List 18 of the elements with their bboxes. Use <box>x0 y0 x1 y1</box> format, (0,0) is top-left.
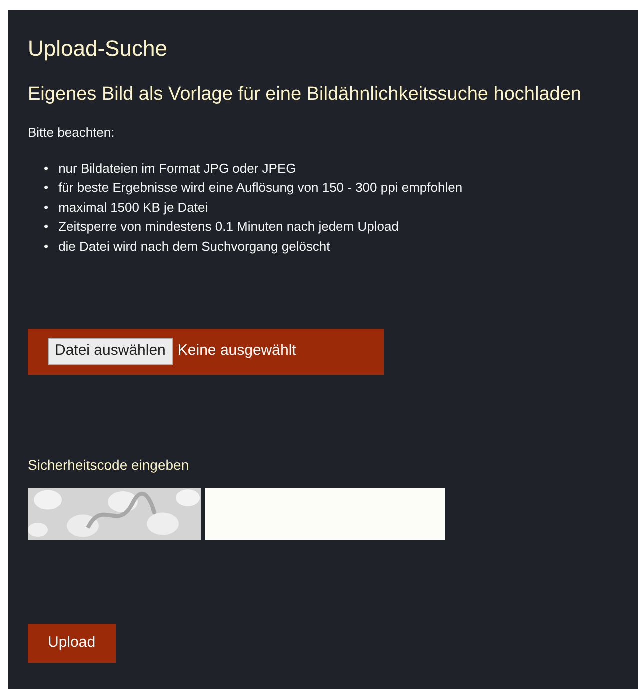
list-bullet: • <box>44 179 49 198</box>
file-status: Keine ausgewählt <box>178 341 296 362</box>
captcha-input-field[interactable] <box>205 488 445 540</box>
notes-heading: Bitte beachten: <box>28 124 116 142</box>
upload-button[interactable]: Upload <box>28 624 116 663</box>
note-item: Zeitsperre von mindestens 0.1 Minuten nach jedem Upload <box>58 218 399 236</box>
note-item: nur Bildateien im Format JPG oder JPEG <box>58 160 296 178</box>
note-item: maximal 1500 KB je Datei <box>58 198 208 217</box>
list-bullet: • <box>44 218 49 236</box>
page-title: Upload-Suche <box>28 36 168 62</box>
note-item: für beste Ergebnisse wird eine Auflösung von 150 - 300 ppi empfohlen <box>58 179 463 198</box>
choose-file-button[interactable]: Datei auswählen <box>48 338 173 365</box>
list-bullet: • <box>44 238 49 256</box>
list-bullet: • <box>44 198 49 217</box>
list-bullet: • <box>44 160 49 178</box>
captcha-label: Sicherheitscode eingeben <box>28 456 190 475</box>
page-subtitle: Eigenes Bild als Vorlage für eine Bildähnlichkeitssuche hochladen <box>28 84 582 108</box>
note-item: die Datei wird nach dem Suchvorgang gelöscht <box>58 238 330 256</box>
